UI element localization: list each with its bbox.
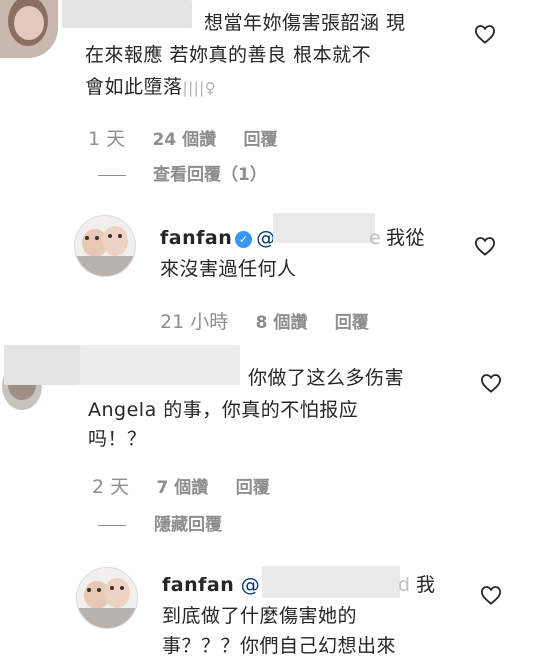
verified-badge-icon: ✓ — [235, 231, 253, 248]
comment-text-line-3: 吗！？ — [88, 428, 147, 450]
view-replies-button[interactable]: 查看回覆（1） — [153, 165, 267, 185]
view-replies-row[interactable]: 查看回覆（1） — [98, 160, 267, 185]
mention-tail: d — [398, 574, 411, 596]
comment-meta: 1 天 24 個讚 回覆 — [88, 124, 278, 151]
reply-text-line-1b: 我從 — [386, 227, 426, 249]
reply-text-line-2: 來沒害過任何人 — [160, 258, 297, 280]
reply-button[interactable]: 回覆 — [236, 478, 270, 498]
comment-text-line-2: Angela 的事，你真的不怕报应 — [88, 399, 359, 421]
comment-text-line-2: 在來報應 若妳真的善良 根本就不 — [85, 44, 372, 66]
reply-button[interactable]: 回覆 — [244, 130, 278, 150]
redacted-avatar-overlay — [4, 345, 80, 385]
reply-text-line-3: 事？？？你們自己幻想出來 — [162, 635, 397, 657]
username[interactable]: fanfan — [162, 574, 234, 596]
comment-time[interactable]: 1 天 — [88, 128, 125, 150]
reply-text-line-1: fanfan ✓ @ — [160, 226, 276, 250]
reply-text-line-2: 到底做了什麼傷害她的 — [162, 605, 358, 627]
comment-text-line-3-text: 會如此墮落 — [85, 76, 183, 98]
comment-likes[interactable]: 7 個讚 — [157, 478, 209, 498]
reply-text-line-1b: 我 — [416, 574, 436, 596]
comment-meta: 2 天 7 個讚 回覆 — [92, 472, 270, 499]
redacted-mention — [262, 566, 400, 598]
hide-replies-button[interactable]: 隱藏回覆 — [154, 515, 222, 535]
reply-button[interactable]: 回覆 — [335, 313, 369, 333]
redacted-username — [62, 0, 192, 28]
comment-time[interactable]: 2 天 — [92, 476, 129, 498]
avatar[interactable] — [76, 567, 138, 629]
heart-outline-icon[interactable] — [480, 373, 502, 393]
heart-outline-icon[interactable] — [474, 24, 496, 44]
divider — [98, 175, 126, 176]
mention-prefix[interactable]: @ — [241, 574, 261, 596]
reply-text-line-1: fanfan @ — [162, 573, 260, 597]
comment-text-line-3: 會如此墮落||||♀ — [85, 75, 216, 100]
reply-meta: 21 小時 8 個讚 回覆 — [160, 307, 369, 334]
heart-outline-icon[interactable] — [480, 585, 502, 605]
redacted-mention — [273, 213, 375, 243]
comment-likes[interactable]: 24 個讚 — [153, 130, 217, 150]
comment-text-line-1: 你做了这么多伤害 — [248, 367, 405, 389]
reply-likes[interactable]: 8 個讚 — [256, 313, 308, 333]
username[interactable]: fanfan — [160, 227, 232, 249]
mention-tail: e — [369, 227, 382, 249]
hide-replies-row[interactable]: 隱藏回覆 — [98, 510, 222, 535]
comment-text-line-1: 想當年妳傷害張韶涵 現 — [204, 12, 406, 34]
redacted-username — [80, 345, 240, 385]
comment-tail-glyphs: ||||♀ — [182, 79, 217, 97]
heart-outline-icon[interactable] — [474, 236, 496, 256]
reply-time[interactable]: 21 小時 — [160, 311, 228, 333]
avatar[interactable] — [74, 215, 136, 277]
avatar[interactable] — [0, 0, 58, 58]
divider — [98, 525, 126, 526]
